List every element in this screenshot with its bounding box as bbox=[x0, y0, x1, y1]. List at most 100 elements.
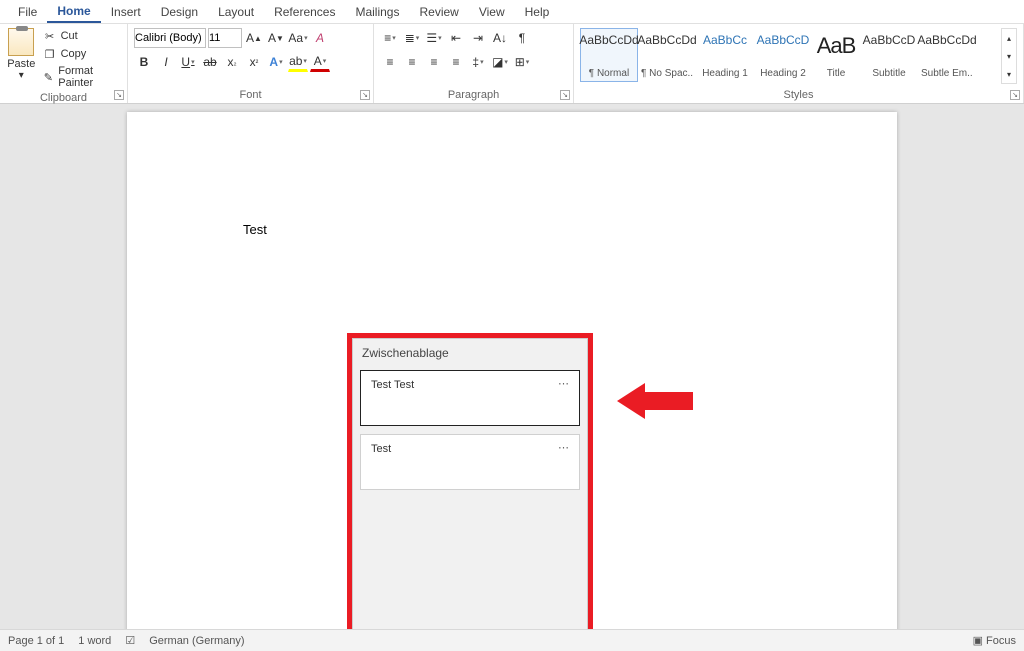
bullets-button[interactable]: ≡ bbox=[380, 28, 400, 48]
group-label-clipboard: Clipboard bbox=[6, 90, 121, 104]
copy-icon: ❐ bbox=[43, 47, 57, 61]
menu-view[interactable]: View bbox=[469, 2, 515, 22]
document-area: Test Zwischenablage Test Test⋯Test⋯ bbox=[0, 104, 1024, 629]
status-proofing-icon[interactable]: ☑ bbox=[125, 634, 135, 647]
style-name: ¶ No Spac... bbox=[641, 68, 693, 79]
increase-indent-button[interactable]: ⇥ bbox=[468, 28, 488, 48]
style-name: Heading 1 bbox=[702, 68, 748, 79]
style-name: Heading 2 bbox=[760, 68, 806, 79]
annotation-arrow bbox=[617, 383, 693, 422]
status-words[interactable]: 1 word bbox=[78, 635, 111, 647]
numbering-button[interactable]: ≣ bbox=[402, 28, 422, 48]
underline-button[interactable]: U bbox=[178, 52, 198, 72]
status-focus-button[interactable]: ▣ Focus bbox=[973, 634, 1016, 647]
multilevel-button[interactable]: ☰ bbox=[424, 28, 444, 48]
clipboard-item-text: Test bbox=[371, 443, 391, 455]
clipboard-items-list: Test Test ⋯ Test ⋯ bbox=[352, 370, 588, 490]
font-name-combo[interactable] bbox=[134, 28, 206, 48]
style-item-5[interactable]: AaBbCcD Subtitle bbox=[860, 28, 918, 82]
style-item-6[interactable]: AaBbCcDdSubtle Em... bbox=[918, 28, 976, 82]
menu-design[interactable]: Design bbox=[151, 2, 208, 22]
paste-icon bbox=[8, 28, 34, 56]
line-spacing-button[interactable]: ‡ bbox=[468, 52, 488, 72]
style-preview: AaBbCcDd bbox=[637, 33, 696, 47]
clipboard-item-more-icon[interactable]: ⋯ bbox=[558, 377, 571, 390]
scissors-icon: ✂ bbox=[43, 29, 57, 43]
align-right-button[interactable]: ≡ bbox=[424, 52, 444, 72]
ribbon: Paste ▾ ✂Cut ❐Copy ✎Format Painter Clipb… bbox=[0, 24, 1024, 104]
style-name: Subtle Em... bbox=[921, 68, 973, 79]
status-page[interactable]: Page 1 of 1 bbox=[8, 635, 64, 647]
font-size-combo[interactable] bbox=[208, 28, 242, 48]
style-item-3[interactable]: AaBbCcDHeading 2 bbox=[754, 28, 812, 82]
decrease-indent-button[interactable]: ⇤ bbox=[446, 28, 466, 48]
styles-more-button[interactable]: ▾ bbox=[1002, 65, 1016, 83]
menu-insert[interactable]: Insert bbox=[101, 2, 151, 22]
status-bar: Page 1 of 1 1 word ☑ German (Germany) ▣ … bbox=[0, 629, 1024, 651]
ribbon-group-paragraph: ≡ ≣ ☰ ⇤ ⇥ A↓ ¶ ≡ ≡ ≡ ≡ ‡ ◪ ⊞ Paragraph ↘ bbox=[374, 24, 574, 103]
clipboard-item-0[interactable]: Test Test ⋯ bbox=[360, 370, 580, 426]
strikethrough-button[interactable]: ab bbox=[200, 52, 220, 72]
styles-down-button[interactable]: ▾ bbox=[1002, 47, 1016, 65]
status-focus-label: Focus bbox=[986, 635, 1016, 647]
ribbon-group-font: A▲ A▼ Aa A B I U ab x₂ x² A ab A Font ↘ bbox=[128, 24, 374, 103]
menu-layout[interactable]: Layout bbox=[208, 2, 264, 22]
styles-dialog-launcher[interactable]: ↘ bbox=[1010, 90, 1020, 100]
group-label-styles: Styles bbox=[580, 87, 1017, 101]
menu-file[interactable]: File bbox=[8, 2, 47, 22]
decrease-font-button[interactable]: A▼ bbox=[266, 28, 286, 48]
ribbon-group-clipboard: Paste ▾ ✂Cut ❐Copy ✎Format Painter Clipb… bbox=[0, 24, 128, 103]
styles-up-button[interactable]: ▴ bbox=[1002, 29, 1016, 47]
clipboard-item-text: Test Test bbox=[371, 379, 414, 391]
subscript-button[interactable]: x₂ bbox=[222, 52, 242, 72]
align-center-button[interactable]: ≡ bbox=[402, 52, 422, 72]
document-text: Test bbox=[243, 222, 267, 237]
style-item-0[interactable]: AaBbCcDd ¶ Normal bbox=[580, 28, 638, 82]
style-item-2[interactable]: AaBbCc Heading 1 bbox=[696, 28, 754, 82]
menu-review[interactable]: Review bbox=[409, 2, 468, 22]
menu-references[interactable]: References bbox=[264, 2, 345, 22]
italic-button[interactable]: I bbox=[156, 52, 176, 72]
style-preview: AaBbCc bbox=[703, 33, 747, 47]
format-painter-button[interactable]: ✎Format Painter bbox=[41, 64, 121, 90]
style-name: Subtitle bbox=[872, 68, 905, 79]
style-name: ¶ Normal bbox=[589, 68, 629, 79]
style-preview: AaBbCcDd bbox=[579, 33, 638, 47]
style-preview: AaBbCcD bbox=[863, 33, 916, 47]
clipboard-pane[interactable]: Zwischenablage Test Test⋯Test⋯ bbox=[347, 333, 593, 629]
increase-font-button[interactable]: A▲ bbox=[244, 28, 264, 48]
style-name: Title bbox=[827, 68, 846, 79]
justify-button[interactable]: ≡ bbox=[446, 52, 466, 72]
copy-button[interactable]: ❐Copy bbox=[41, 46, 121, 62]
align-left-button[interactable]: ≡ bbox=[380, 52, 400, 72]
clipboard-dialog-launcher[interactable]: ↘ bbox=[114, 90, 124, 100]
paste-dropdown-icon[interactable]: ▾ bbox=[19, 70, 24, 81]
style-preview: AaB bbox=[817, 33, 856, 59]
clipboard-item-1[interactable]: Test ⋯ bbox=[360, 434, 580, 490]
style-item-4[interactable]: AaB Title bbox=[812, 28, 860, 82]
highlight-button[interactable]: ab bbox=[288, 52, 308, 72]
menu-mailings[interactable]: Mailings bbox=[345, 2, 409, 22]
shading-button[interactable]: ◪ bbox=[490, 52, 510, 72]
superscript-button[interactable]: x² bbox=[244, 52, 264, 72]
status-language[interactable]: German (Germany) bbox=[149, 635, 244, 647]
menu-home[interactable]: Home bbox=[47, 1, 100, 23]
paragraph-dialog-launcher[interactable]: ↘ bbox=[560, 90, 570, 100]
clipboard-item-more-icon[interactable]: ⋯ bbox=[558, 441, 571, 454]
menu-help[interactable]: Help bbox=[515, 2, 560, 22]
ribbon-group-styles: AaBbCcDd¶ NormalAaBbCcDd¶ No Spac...AaBb… bbox=[574, 24, 1024, 103]
group-label-paragraph: Paragraph bbox=[380, 87, 567, 101]
cut-button[interactable]: ✂Cut bbox=[41, 28, 121, 44]
bold-button[interactable]: B bbox=[134, 52, 154, 72]
borders-button[interactable]: ⊞ bbox=[512, 52, 532, 72]
show-marks-button[interactable]: ¶ bbox=[512, 28, 532, 48]
paste-button[interactable]: Paste ▾ bbox=[6, 28, 37, 81]
change-case-button[interactable]: Aa bbox=[288, 28, 308, 48]
text-effects-button[interactable]: A bbox=[266, 52, 286, 72]
font-dialog-launcher[interactable]: ↘ bbox=[360, 90, 370, 100]
clear-formatting-button[interactable]: A bbox=[310, 28, 330, 48]
sort-button[interactable]: A↓ bbox=[490, 28, 510, 48]
group-label-font: Font bbox=[134, 87, 367, 101]
font-color-button[interactable]: A bbox=[310, 52, 330, 72]
style-item-1[interactable]: AaBbCcDd ¶ No Spac... bbox=[638, 28, 696, 82]
